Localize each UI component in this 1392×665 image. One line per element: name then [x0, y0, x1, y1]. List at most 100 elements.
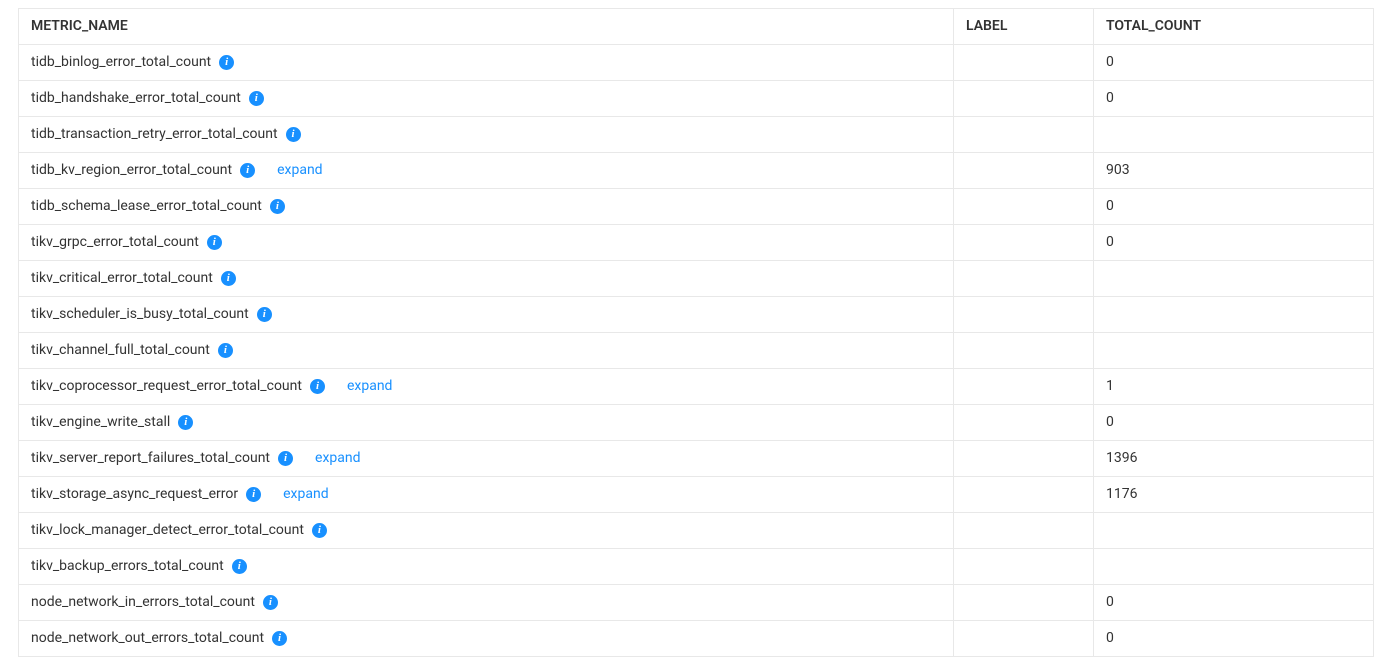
metric-name-cell: tidb_handshake_error_total_count — [19, 81, 954, 117]
metric-name-cell: tikv_lock_manager_detect_error_total_cou… — [19, 513, 954, 549]
label-cell — [954, 225, 1094, 261]
metric-name-text: tikv_backup_errors_total_count — [31, 556, 224, 577]
total-count-cell: 1176 — [1094, 477, 1374, 513]
metric-name-cell: tikv_channel_full_total_count — [19, 333, 954, 369]
info-icon[interactable] — [207, 235, 222, 250]
info-icon[interactable] — [278, 451, 293, 466]
info-icon[interactable] — [257, 307, 272, 322]
metric-name-text: tidb_handshake_error_total_count — [31, 88, 241, 109]
metric-name-cell: tidb_kv_region_error_total_count expand — [19, 153, 954, 189]
label-cell — [954, 513, 1094, 549]
info-icon[interactable] — [221, 271, 236, 286]
metrics-table: METRIC_NAME LABEL TOTAL_COUNT tidb_binlo… — [18, 8, 1374, 657]
metric-name-text: tidb_transaction_retry_error_total_count — [31, 124, 278, 145]
info-icon[interactable] — [219, 55, 234, 70]
info-icon[interactable] — [178, 415, 193, 430]
label-cell — [954, 45, 1094, 81]
info-icon[interactable] — [263, 595, 278, 610]
total-count-cell — [1094, 333, 1374, 369]
info-icon[interactable] — [310, 379, 325, 394]
total-count-cell: 1 — [1094, 369, 1374, 405]
metric-name-text: tikv_lock_manager_detect_error_total_cou… — [31, 520, 304, 541]
metric-name-text: tikv_channel_full_total_count — [31, 340, 210, 361]
info-icon[interactable] — [286, 127, 301, 142]
metric-name-cell: tikv_grpc_error_total_count — [19, 225, 954, 261]
column-header-total-count: TOTAL_COUNT — [1094, 9, 1374, 45]
metric-name-text: tikv_grpc_error_total_count — [31, 232, 199, 253]
table-row: tikv_backup_errors_total_count — [19, 549, 1374, 585]
table-row: tidb_binlog_error_total_count 0 — [19, 45, 1374, 81]
metric-name-cell: tikv_server_report_failures_total_count e… — [19, 441, 954, 477]
table-row: tikv_grpc_error_total_count 0 — [19, 225, 1374, 261]
table-row: tidb_transaction_retry_error_total_count — [19, 117, 1374, 153]
table-row: tikv_storage_async_request_error expand 11… — [19, 477, 1374, 513]
table-row: node_network_in_errors_total_count 0 — [19, 585, 1374, 621]
total-count-cell — [1094, 297, 1374, 333]
metric-name-text: tikv_storage_async_request_error — [31, 484, 238, 505]
total-count-cell: 0 — [1094, 405, 1374, 441]
info-icon[interactable] — [246, 487, 261, 502]
label-cell — [954, 441, 1094, 477]
metric-name-cell: tikv_engine_write_stall — [19, 405, 954, 441]
label-cell — [954, 477, 1094, 513]
metric-name-text: tidb_schema_lease_error_total_count — [31, 196, 262, 217]
table-header-row: METRIC_NAME LABEL TOTAL_COUNT — [19, 9, 1374, 45]
metric-name-cell: tikv_critical_error_total_count — [19, 261, 954, 297]
label-cell — [954, 261, 1094, 297]
metric-name-text: tikv_engine_write_stall — [31, 412, 170, 433]
metric-name-text: tidb_binlog_error_total_count — [31, 52, 211, 73]
column-header-metric-name: METRIC_NAME — [19, 9, 954, 45]
total-count-cell — [1094, 261, 1374, 297]
label-cell — [954, 549, 1094, 585]
metric-name-cell: tikv_coprocessor_request_error_total_cou… — [19, 369, 954, 405]
info-icon[interactable] — [249, 91, 264, 106]
metric-name-text: tikv_scheduler_is_busy_total_count — [31, 304, 249, 325]
total-count-cell: 0 — [1094, 81, 1374, 117]
table-row: tikv_critical_error_total_count — [19, 261, 1374, 297]
label-cell — [954, 297, 1094, 333]
total-count-cell — [1094, 117, 1374, 153]
table-row: tidb_handshake_error_total_count 0 — [19, 81, 1374, 117]
expand-link[interactable]: expand — [283, 484, 328, 505]
total-count-cell — [1094, 549, 1374, 585]
metric-name-cell: node_network_in_errors_total_count — [19, 585, 954, 621]
metric-name-text: node_network_in_errors_total_count — [31, 592, 255, 613]
metric-name-cell: tidb_schema_lease_error_total_count — [19, 189, 954, 225]
info-icon[interactable] — [312, 523, 327, 538]
metric-name-text: tikv_coprocessor_request_error_total_cou… — [31, 376, 302, 397]
total-count-cell: 0 — [1094, 189, 1374, 225]
table-row: tikv_coprocessor_request_error_total_cou… — [19, 369, 1374, 405]
table-row: tidb_kv_region_error_total_count expand 90… — [19, 153, 1374, 189]
metric-name-cell: tidb_transaction_retry_error_total_count — [19, 117, 954, 153]
table-row: tikv_channel_full_total_count — [19, 333, 1374, 369]
info-icon[interactable] — [240, 163, 255, 178]
table-row: tikv_scheduler_is_busy_total_count — [19, 297, 1374, 333]
column-header-label: LABEL — [954, 9, 1094, 45]
label-cell — [954, 585, 1094, 621]
label-cell — [954, 81, 1094, 117]
label-cell — [954, 405, 1094, 441]
expand-link[interactable]: expand — [315, 448, 360, 469]
info-icon[interactable] — [232, 559, 247, 574]
metric-name-cell: tikv_scheduler_is_busy_total_count — [19, 297, 954, 333]
label-cell — [954, 369, 1094, 405]
table-row: tikv_server_report_failures_total_count e… — [19, 441, 1374, 477]
total-count-cell: 0 — [1094, 585, 1374, 621]
label-cell — [954, 117, 1094, 153]
label-cell — [954, 153, 1094, 189]
label-cell — [954, 189, 1094, 225]
total-count-cell: 0 — [1094, 225, 1374, 261]
info-icon[interactable] — [270, 199, 285, 214]
expand-link[interactable]: expand — [347, 376, 392, 397]
table-row: tikv_engine_write_stall 0 — [19, 405, 1374, 441]
metric-name-text: tikv_server_report_failures_total_count — [31, 448, 270, 469]
total-count-cell: 903 — [1094, 153, 1374, 189]
table-row: tidb_schema_lease_error_total_count 0 — [19, 189, 1374, 225]
total-count-cell: 0 — [1094, 45, 1374, 81]
metric-name-cell: tikv_backup_errors_total_count — [19, 549, 954, 585]
metric-name-cell: tidb_binlog_error_total_count — [19, 45, 954, 81]
metric-name-text: tidb_kv_region_error_total_count — [31, 160, 232, 181]
metric-name-text: tikv_critical_error_total_count — [31, 268, 213, 289]
expand-link[interactable]: expand — [277, 160, 322, 181]
info-icon[interactable] — [218, 343, 233, 358]
